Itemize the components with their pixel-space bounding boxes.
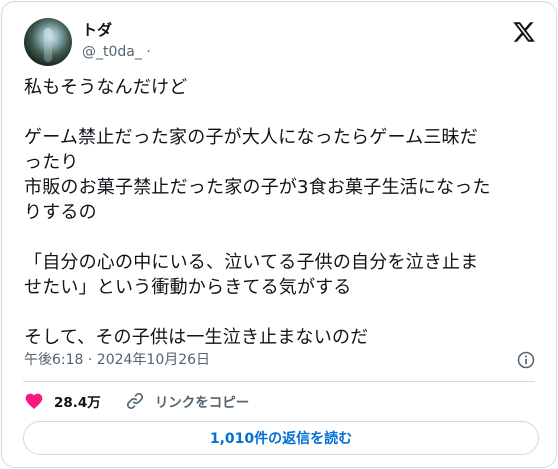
link-icon xyxy=(126,392,143,410)
divider xyxy=(23,381,535,382)
tweet-text: 私もそうなんだけど ゲーム禁止だった家の子が大人になったらゲーム三昧だ ったり … xyxy=(24,77,491,348)
author-handle[interactable]: @_t0da_ xyxy=(82,44,142,60)
tweet-card: トダ @_t0da_ · 私もそうなんだけど ゲーム禁止だった家の子が大人になっ… xyxy=(1,1,557,468)
heart-icon xyxy=(25,393,43,409)
read-replies-button[interactable]: 1,010件の返信を読む xyxy=(23,421,539,455)
handle-separator: · xyxy=(146,44,151,60)
x-logo-icon[interactable] xyxy=(512,20,536,44)
action-bar: 28.4万 リンクをコピー xyxy=(24,391,273,411)
copy-link-label: リンクをコピー xyxy=(154,395,250,411)
author-handle-row: @_t0da_ · xyxy=(82,42,151,62)
like-count: 28.4万 xyxy=(54,395,101,411)
like-button[interactable]: 28.4万 xyxy=(24,391,101,411)
tweet-timestamp[interactable]: 午後6:18 · 2024年10月26日 xyxy=(24,350,210,370)
copy-link-button[interactable]: リンクをコピー xyxy=(125,391,250,411)
author-display-name[interactable]: トダ xyxy=(82,20,112,40)
info-icon[interactable] xyxy=(516,350,536,370)
avatar[interactable] xyxy=(24,18,72,66)
